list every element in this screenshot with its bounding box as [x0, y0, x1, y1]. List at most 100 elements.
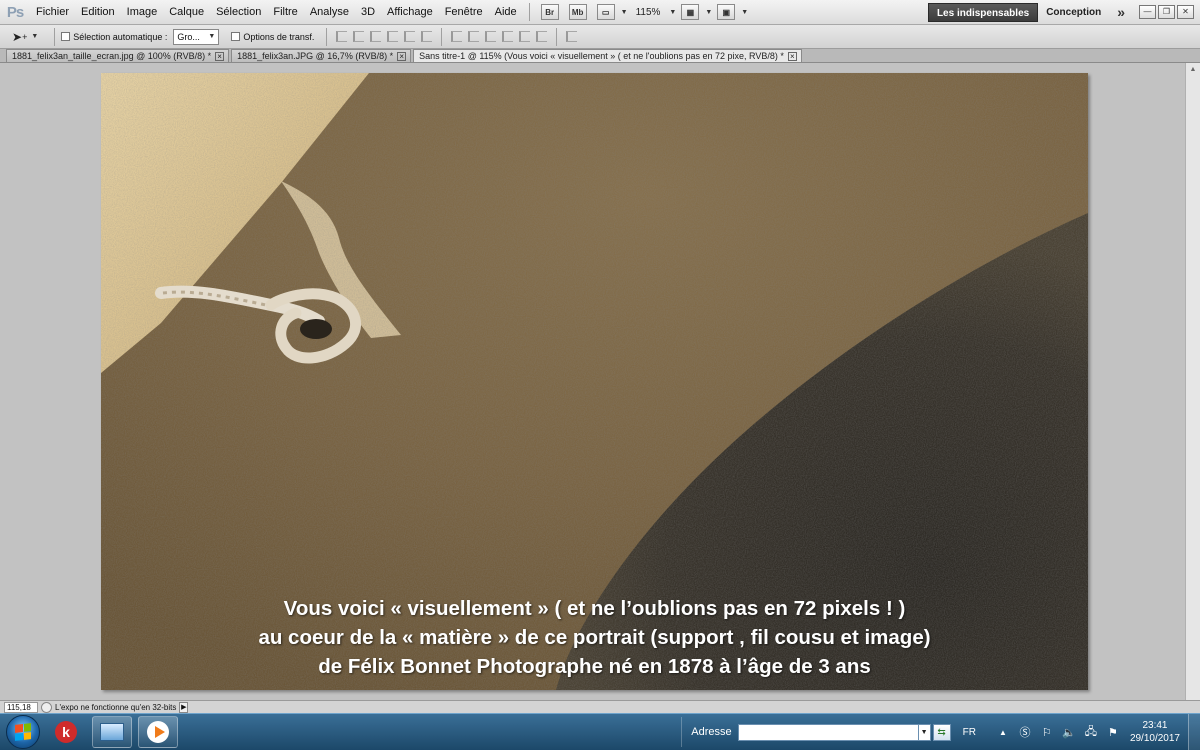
chevron-down-icon[interactable]: ▼ [705, 9, 712, 16]
distribute-left-icon[interactable] [502, 31, 514, 42]
restore-icon[interactable]: ❐ [1158, 5, 1175, 19]
scroll-up-icon[interactable]: ▲ [1186, 63, 1200, 77]
vertical-scrollbar[interactable]: ▲ [1185, 63, 1200, 700]
menu-fichier[interactable]: Fichier [30, 0, 75, 25]
taskbar-media-player[interactable] [138, 716, 178, 748]
photoshop-logo: Ps [6, 3, 24, 21]
minimize-icon[interactable]: — [1139, 5, 1156, 19]
auto-align-layers-icon[interactable] [566, 31, 578, 42]
caption-line-1: Vous voici « visuellement » ( et ne l’ou… [283, 597, 906, 620]
application-menu-bar: Ps Fichier Edition Image Calque Sélectio… [0, 0, 1200, 25]
menu-calque[interactable]: Calque [163, 0, 210, 25]
start-button[interactable] [6, 715, 40, 749]
status-bar: 115,18 % L'expo ne fonctionne qu'en 32-b… [0, 700, 1200, 721]
screen-mode-icon[interactable]: ▣ [717, 4, 736, 20]
address-toolbar: Adresse ▼ ⇆ [681, 717, 951, 747]
close-icon[interactable]: × [215, 51, 225, 61]
document-info-icon[interactable] [41, 701, 52, 713]
options-separator [556, 27, 558, 46]
close-icon[interactable]: × [397, 51, 407, 61]
volume-icon[interactable]: 🔈 [1062, 725, 1076, 739]
transform-controls-option[interactable]: Options de transf. [231, 32, 314, 42]
menu-aide[interactable]: Aide [489, 0, 523, 25]
taskbar-app-k[interactable]: k [46, 716, 86, 748]
arrange-documents-icon[interactable]: ▦ [681, 4, 700, 20]
network-icon[interactable]: 🖧 [1084, 725, 1098, 739]
workspace-essentials-button[interactable]: Les indispensables [927, 2, 1039, 22]
chevron-down-icon[interactable]: ▼ [669, 9, 676, 16]
auto-select-checkbox[interactable] [61, 32, 71, 41]
address-label: Adresse [691, 726, 732, 738]
options-separator [326, 27, 328, 46]
tab-sans-titre-1[interactable]: Sans titre-1 @ 115% (Vous voici « visuel… [413, 49, 802, 62]
zoom-level[interactable]: 115% [636, 7, 661, 18]
bridge-button[interactable]: Br [540, 4, 559, 20]
chevron-down-icon: ▼ [31, 33, 39, 40]
distribute-right-icon[interactable] [536, 31, 548, 42]
status-menu-arrow-icon[interactable]: ▶ [179, 701, 189, 713]
options-separator [441, 27, 443, 46]
move-tool-icon: ➤ [12, 29, 23, 44]
taskbar-explorer[interactable] [92, 716, 132, 748]
auto-select-type-dropdown[interactable]: Gro... ▼ [173, 28, 220, 45]
media-player-icon [147, 721, 169, 743]
document-tab-bar: 1881_felix3an_taille_ecran.jpg @ 100% (R… [0, 49, 1200, 63]
explorer-icon [100, 723, 124, 741]
menu-edition[interactable]: Edition [75, 0, 121, 25]
auto-select-option[interactable]: Sélection automatique : [61, 32, 167, 42]
close-icon[interactable]: ✕ [1177, 5, 1194, 19]
taskbar-clock[interactable]: 23:41 29/10/2017 [1130, 719, 1180, 745]
close-icon[interactable]: × [787, 51, 797, 61]
chevron-down-icon: ▼ [208, 33, 216, 40]
distribute-hcenter-icon[interactable] [519, 31, 531, 42]
align-top-icon[interactable] [336, 31, 348, 42]
show-desktop-button[interactable] [1188, 713, 1200, 750]
align-bottom-icon[interactable] [370, 31, 382, 42]
tab-label: Sans titre-1 @ 115% (Vous voici « visuel… [419, 50, 784, 61]
mini-bridge-button[interactable]: Mb [568, 4, 587, 20]
menu-image[interactable]: Image [121, 0, 164, 25]
transform-controls-label: Options de transf. [243, 31, 315, 42]
caption-line-2: au coeur de la « matière » de ce portrai… [258, 626, 931, 649]
flag-icon[interactable]: ⚑ [1106, 725, 1120, 739]
menu-filtre[interactable]: Filtre [267, 0, 303, 25]
system-tray: FR ▲ Ⓢ ⚐ 🔈 🖧 ⚑ 23:41 29/10/2017 [963, 713, 1200, 750]
chevron-down-icon[interactable]: ▼ [741, 9, 748, 16]
tab-label: 1881_felix3an.JPG @ 16,7% (RVB/8) * [237, 50, 394, 61]
tab-label: 1881_felix3an_taille_ecran.jpg @ 100% (R… [12, 50, 212, 61]
menu-fenetre[interactable]: Fenêtre [439, 0, 489, 25]
menu-analyse[interactable]: Analyse [304, 0, 355, 25]
move-tool-preset[interactable]: ➤ + ▼ [12, 30, 38, 44]
document-canvas[interactable]: Vous voici « visuellement » ( et ne l’ou… [101, 73, 1088, 690]
menu-3d[interactable]: 3D [355, 0, 381, 25]
address-dropdown-icon[interactable]: ▼ [918, 723, 931, 741]
distribute-center-icon[interactable] [468, 31, 480, 42]
action-center-icon[interactable]: ⚐ [1040, 725, 1054, 739]
plus-icon: + [22, 31, 28, 42]
toolbar-divider [681, 717, 691, 747]
windows-logo-icon [15, 723, 31, 741]
menu-affichage[interactable]: Affichage [381, 0, 439, 25]
skype-icon[interactable]: Ⓢ [1018, 725, 1032, 739]
address-input[interactable] [737, 723, 919, 741]
status-zoom-field[interactable]: 115,18 % [4, 701, 38, 721]
workspace-design-button[interactable]: Conception [1038, 0, 1109, 25]
tab-felix3an-taille-ecran[interactable]: 1881_felix3an_taille_ecran.jpg @ 100% (R… [6, 49, 230, 62]
distribute-bottom-icon[interactable] [485, 31, 497, 42]
menu-selection[interactable]: Sélection [210, 0, 267, 25]
address-go-icon[interactable]: ⇆ [932, 723, 951, 741]
tab-felix3an[interactable]: 1881_felix3an.JPG @ 16,7% (RVB/8) * × [231, 49, 412, 62]
align-horizontal-center-icon[interactable] [404, 31, 416, 42]
windows-taskbar: k Adresse ▼ ⇆ FR ▲ Ⓢ ⚐ 🔈 🖧 ⚑ 23:41 29/10… [0, 713, 1200, 750]
show-hidden-icons-icon[interactable]: ▲ [996, 725, 1010, 739]
view-extras-icon[interactable]: ▭ [596, 4, 615, 20]
clock-date: 29/10/2017 [1129, 733, 1180, 744]
distribute-top-icon[interactable] [451, 31, 463, 42]
chevron-down-icon[interactable]: ▼ [621, 9, 628, 16]
language-indicator[interactable]: FR [963, 727, 976, 738]
align-left-icon[interactable] [387, 31, 399, 42]
transform-controls-checkbox[interactable] [231, 32, 241, 41]
align-vertical-center-icon[interactable] [353, 31, 365, 42]
more-workspaces-icon[interactable]: » [1109, 4, 1133, 20]
align-right-icon[interactable] [421, 31, 433, 42]
